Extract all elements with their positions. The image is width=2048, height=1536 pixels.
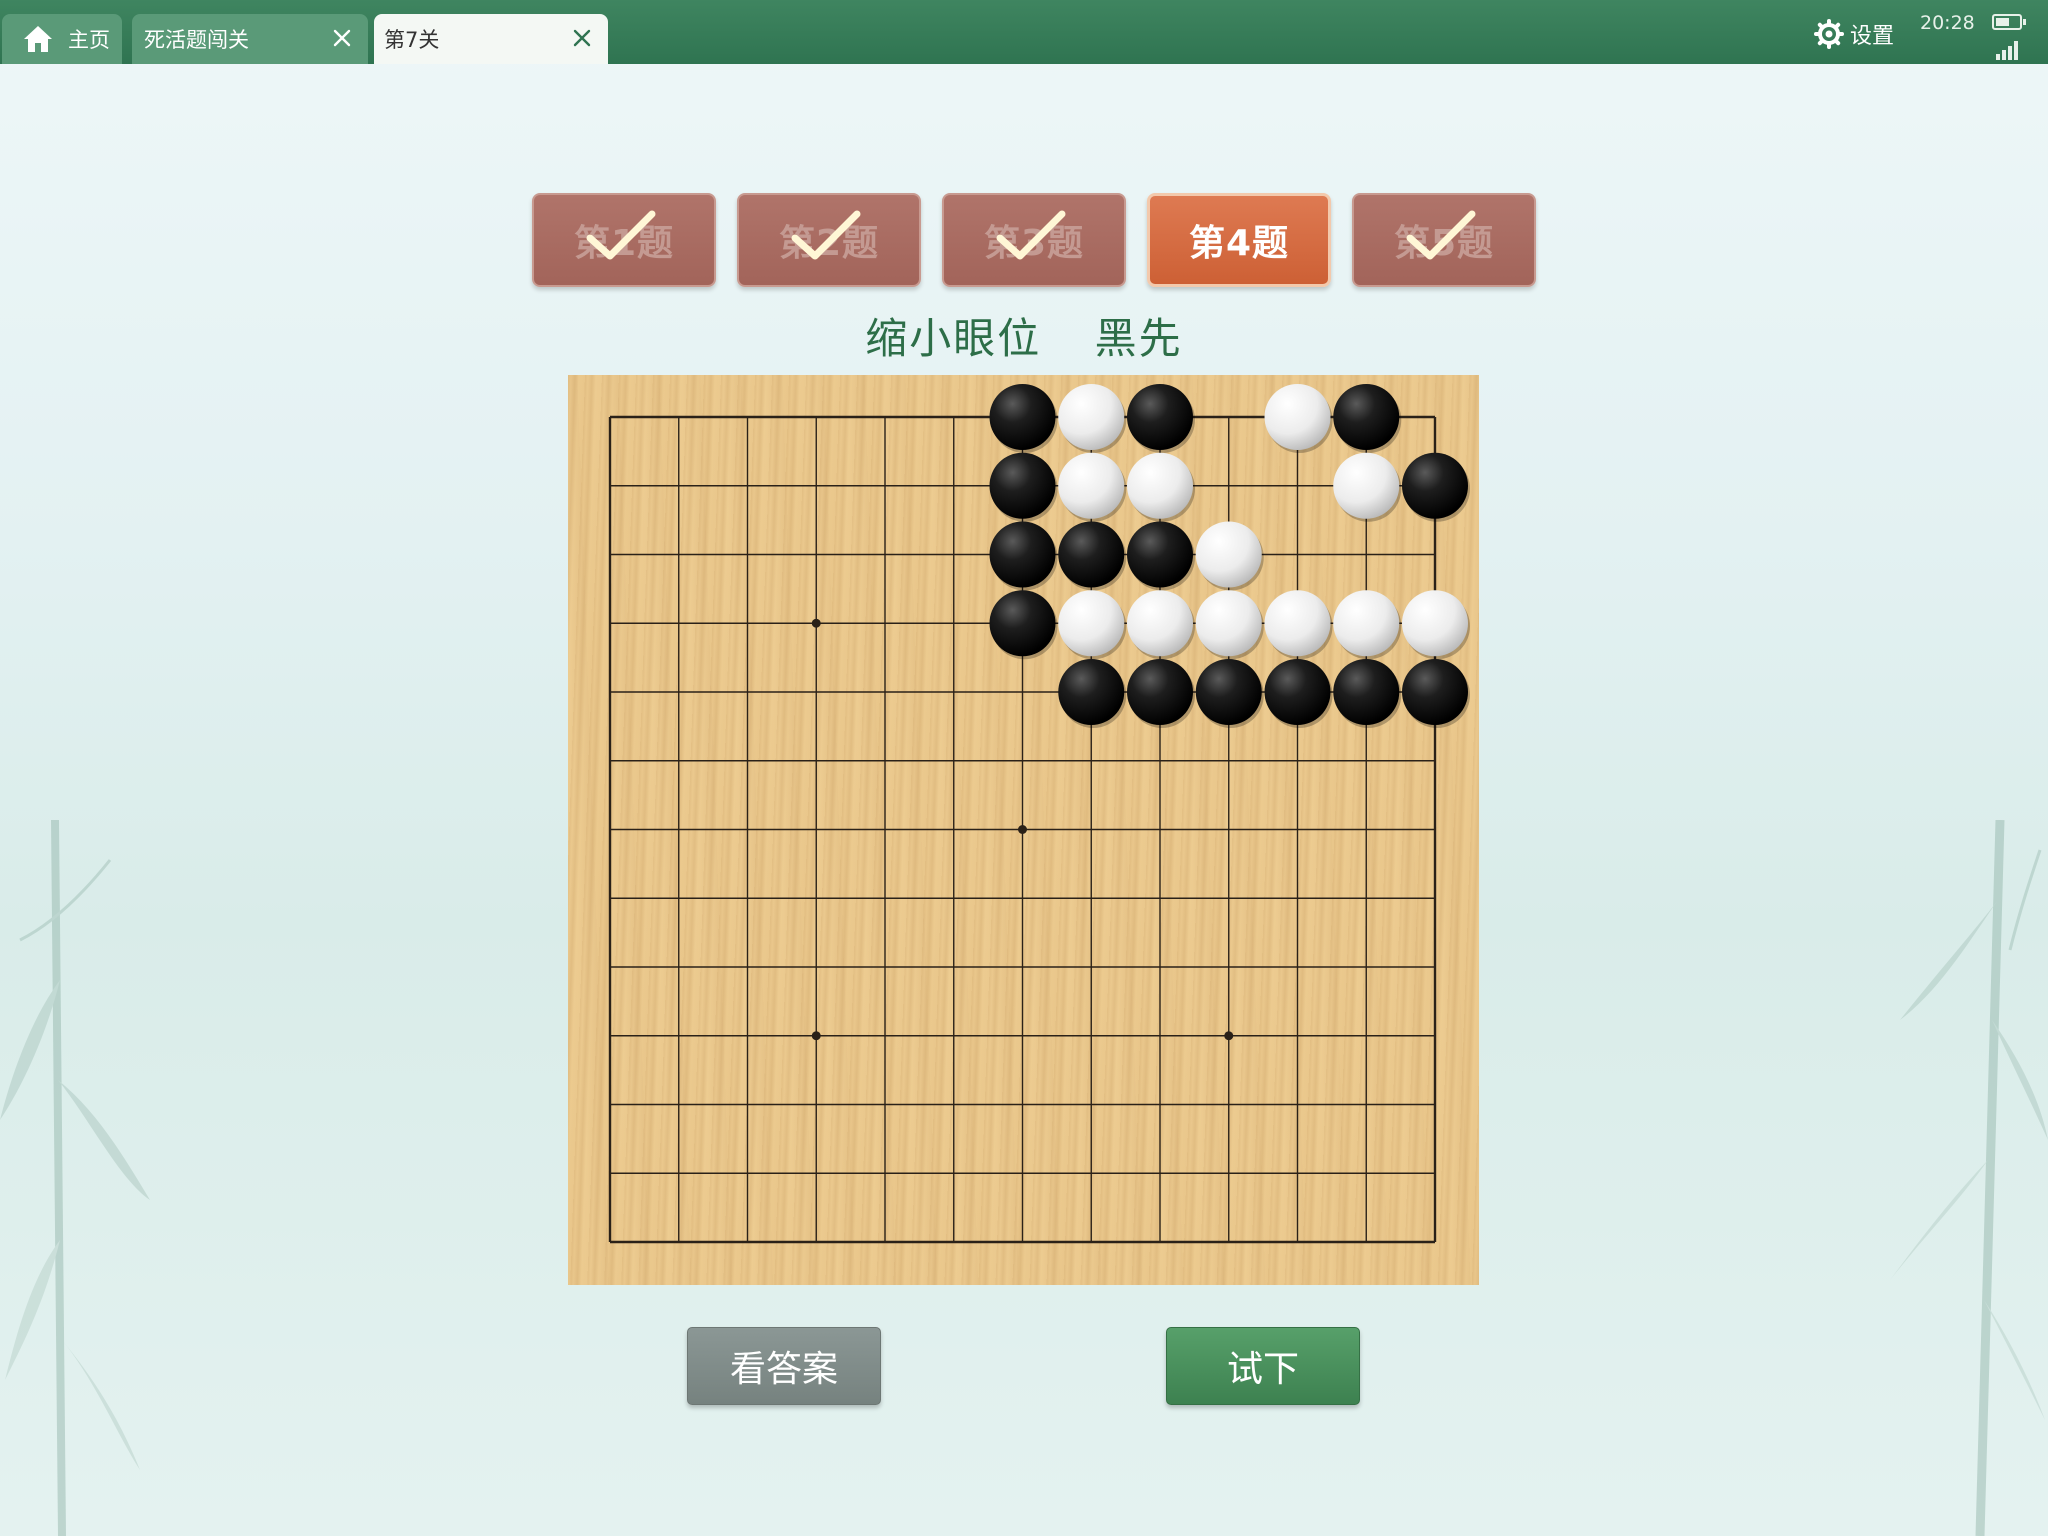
black-stone bbox=[1402, 659, 1468, 725]
black-stone bbox=[989, 452, 1056, 519]
tab-level-7[interactable]: 第7关 bbox=[374, 14, 608, 64]
black-stone bbox=[1127, 521, 1193, 588]
white-stone bbox=[1333, 590, 1400, 657]
question-button-4[interactable]: 第4题 bbox=[1147, 193, 1331, 287]
question-button-2[interactable]: 第2题 bbox=[737, 193, 921, 287]
close-icon[interactable] bbox=[328, 24, 356, 52]
white-stone bbox=[1127, 590, 1193, 657]
tab-label: 死活题闯关 bbox=[144, 28, 249, 52]
problem-title: 缩小眼位 黑先 bbox=[0, 305, 2048, 366]
white-stone bbox=[1333, 452, 1400, 519]
tab-home[interactable]: 主页 bbox=[2, 14, 122, 64]
black-stone bbox=[1333, 384, 1400, 450]
black-stone bbox=[1058, 659, 1125, 725]
question-label: 第4题 bbox=[1188, 223, 1290, 264]
black-stone bbox=[1264, 659, 1331, 725]
black-stone bbox=[989, 384, 1056, 450]
gear-icon bbox=[1814, 19, 1844, 49]
white-stone bbox=[1127, 452, 1193, 519]
top-bar: 主页 死活题闯关 第7关 设置 20:28 bbox=[0, 0, 2048, 64]
question-button-3[interactable]: 第3题 bbox=[942, 193, 1126, 287]
question-button-5[interactable]: 第5题 bbox=[1352, 193, 1536, 287]
show-answer-button[interactable]: 看答案 bbox=[687, 1327, 881, 1405]
close-icon[interactable] bbox=[568, 24, 596, 52]
checkmark-icon bbox=[996, 210, 1066, 260]
bamboo-decoration-right bbox=[1890, 820, 2048, 1536]
black-stone bbox=[989, 521, 1056, 588]
question-button-1[interactable]: 第1题 bbox=[532, 193, 716, 287]
black-stone bbox=[1333, 659, 1400, 725]
star-point bbox=[811, 618, 821, 628]
problem-turn: 黑先 bbox=[1094, 314, 1183, 363]
white-stone bbox=[1264, 590, 1331, 657]
tab-home-label: 主页 bbox=[68, 28, 110, 52]
black-stone bbox=[1127, 384, 1193, 450]
tab-label: 第7关 bbox=[384, 28, 440, 52]
home-icon bbox=[24, 26, 52, 52]
black-stone bbox=[1058, 521, 1125, 588]
black-stone bbox=[1127, 659, 1193, 725]
white-stone bbox=[1195, 590, 1262, 657]
white-stone bbox=[1058, 452, 1125, 519]
settings-label: 设置 bbox=[1850, 24, 1895, 49]
settings-button[interactable]: 设置 bbox=[1814, 18, 1894, 50]
white-stone bbox=[1264, 384, 1331, 450]
star-point bbox=[1018, 825, 1027, 834]
black-stone bbox=[1402, 452, 1468, 519]
white-stone bbox=[1195, 521, 1262, 588]
signal-icon bbox=[1996, 40, 2022, 60]
white-stone bbox=[1058, 384, 1125, 450]
white-stone bbox=[1058, 590, 1125, 657]
checkmark-icon bbox=[791, 210, 861, 260]
white-stone bbox=[1402, 590, 1468, 657]
battery-icon bbox=[1992, 14, 2026, 30]
star-point bbox=[811, 1031, 821, 1041]
go-board[interactable] bbox=[568, 375, 1479, 1285]
clock: 20:28 bbox=[1920, 12, 1975, 34]
problem-objective: 缩小眼位 bbox=[865, 314, 1042, 363]
tab-life-death-challenge[interactable]: 死活题闯关 bbox=[132, 14, 368, 64]
black-stone bbox=[1195, 659, 1262, 725]
checkmark-icon bbox=[1406, 210, 1476, 260]
try-move-button[interactable]: 试下 bbox=[1166, 1327, 1360, 1405]
star-point bbox=[1224, 1031, 1234, 1041]
go-board-grid[interactable] bbox=[568, 375, 1479, 1285]
checkmark-icon bbox=[586, 210, 656, 260]
bamboo-decoration-left bbox=[0, 820, 150, 1536]
black-stone bbox=[989, 590, 1056, 657]
